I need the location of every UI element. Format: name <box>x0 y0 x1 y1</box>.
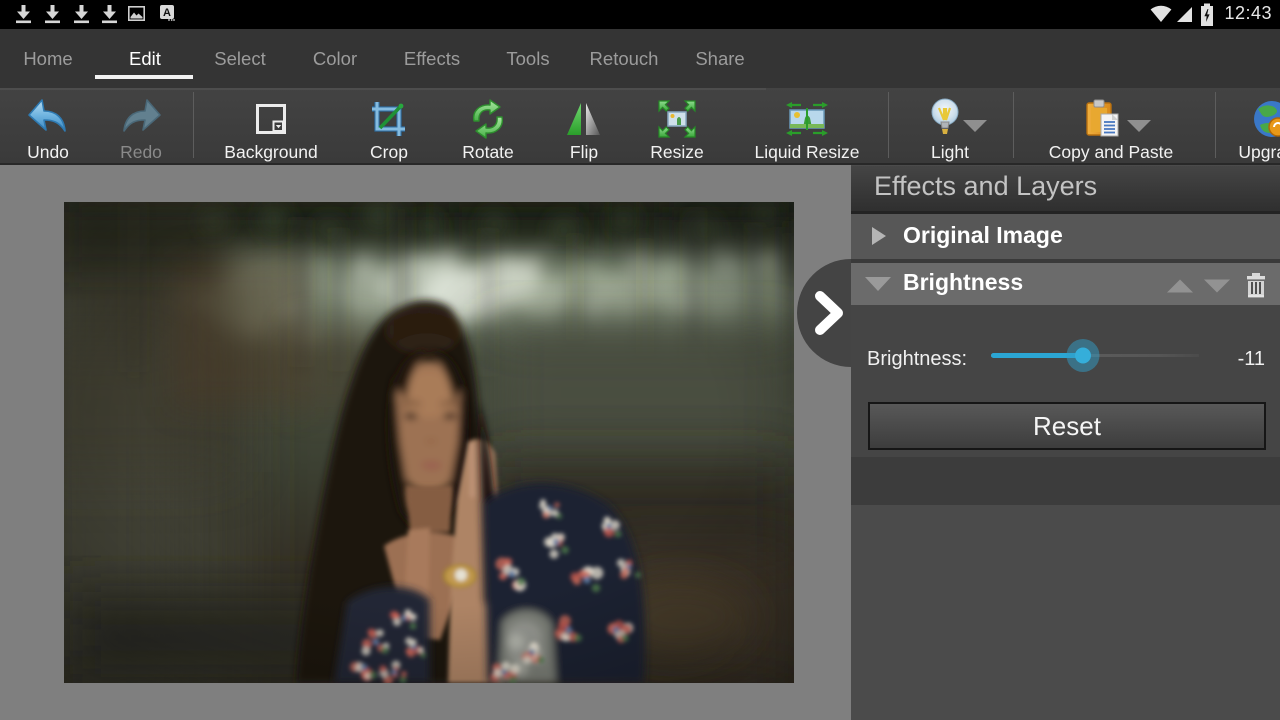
svg-text:A: A <box>163 7 171 19</box>
